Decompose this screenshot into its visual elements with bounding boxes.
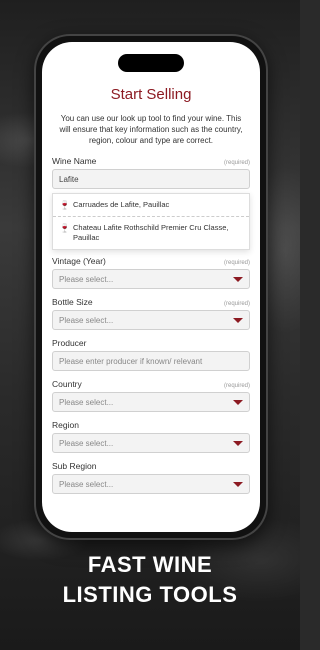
producer-placeholder: Please enter producer if known/ relevant [59,356,203,366]
country-placeholder: Please select... [59,397,114,407]
bottle-size-placeholder: Please select... [59,315,114,325]
suggestion-item[interactable]: 🍷 Carruades de Lafite, Pauillac [53,194,249,216]
wine-name-field: Wine Name (required) Lafite [52,156,250,189]
chevron-down-icon [233,481,243,487]
region-field: Region Please select... [52,420,250,453]
suggestion-label: Chateau Lafite Rothschild Premier Cru Cl… [73,223,229,242]
suggestion-item[interactable]: 🍷 Chateau Lafite Rothschild Premier Cru … [53,216,249,249]
intro-text: You can use our look up tool to find you… [59,114,243,145]
vintage-field: Vintage (Year) (required) Please select.… [52,256,250,289]
bottle-size-select[interactable]: Please select... [52,310,250,330]
sub-region-select[interactable]: Please select... [52,474,250,494]
sub-region-label: Sub Region [52,461,97,471]
country-select[interactable]: Please select... [52,392,250,412]
form-content: Start Selling You can use our look up to… [42,86,260,532]
wine-glass-icon: 🍷 [59,200,71,210]
promo-line-1: FAST WINE [87,552,213,577]
page-title: Start Selling [110,86,192,103]
wine-glass-icon: 🍷 [59,223,71,233]
chevron-down-icon [233,440,243,446]
chevron-down-icon [233,317,243,323]
region-label: Region [52,420,79,430]
country-label: Country [52,379,82,389]
producer-input[interactable]: Please enter producer if known/ relevant [52,351,250,371]
sub-region-field: Sub Region Please select... [52,461,250,494]
required-tag: (required) [223,260,250,266]
wine-name-input[interactable]: Lafite [52,169,250,189]
phone-notch [118,54,184,72]
producer-field: Producer Please enter producer if known/… [52,338,250,371]
chevron-down-icon [233,399,243,405]
chevron-down-icon [233,276,243,282]
region-select[interactable]: Please select... [52,433,250,453]
producer-label: Producer [52,338,87,348]
country-field: Country (required) Please select... [52,379,250,412]
required-tag: (required) [223,160,250,166]
bottle-size-field: Bottle Size (required) Please select... [52,297,250,330]
promo-headline: FAST WINE LISTING TOOLS [0,550,300,610]
suggestion-label: Carruades de Lafite, Pauillac [73,200,170,209]
vintage-label: Vintage (Year) [52,256,106,266]
vintage-placeholder: Please select... [59,274,114,284]
vintage-select[interactable]: Please select... [52,269,250,289]
sub-region-placeholder: Please select... [59,479,114,489]
wine-suggestions-list: 🍷 Carruades de Lafite, Pauillac 🍷 Chatea… [52,193,250,250]
bottle-size-label: Bottle Size [52,297,93,307]
required-tag: (required) [223,383,250,389]
phone-screen: Start Selling You can use our look up to… [42,42,260,532]
wine-name-label: Wine Name [52,156,97,166]
required-tag: (required) [223,301,250,307]
wine-name-value: Lafite [59,174,79,184]
phone-frame: Start Selling You can use our look up to… [34,34,268,540]
promo-line-2: LISTING TOOLS [62,582,238,607]
region-placeholder: Please select... [59,438,114,448]
